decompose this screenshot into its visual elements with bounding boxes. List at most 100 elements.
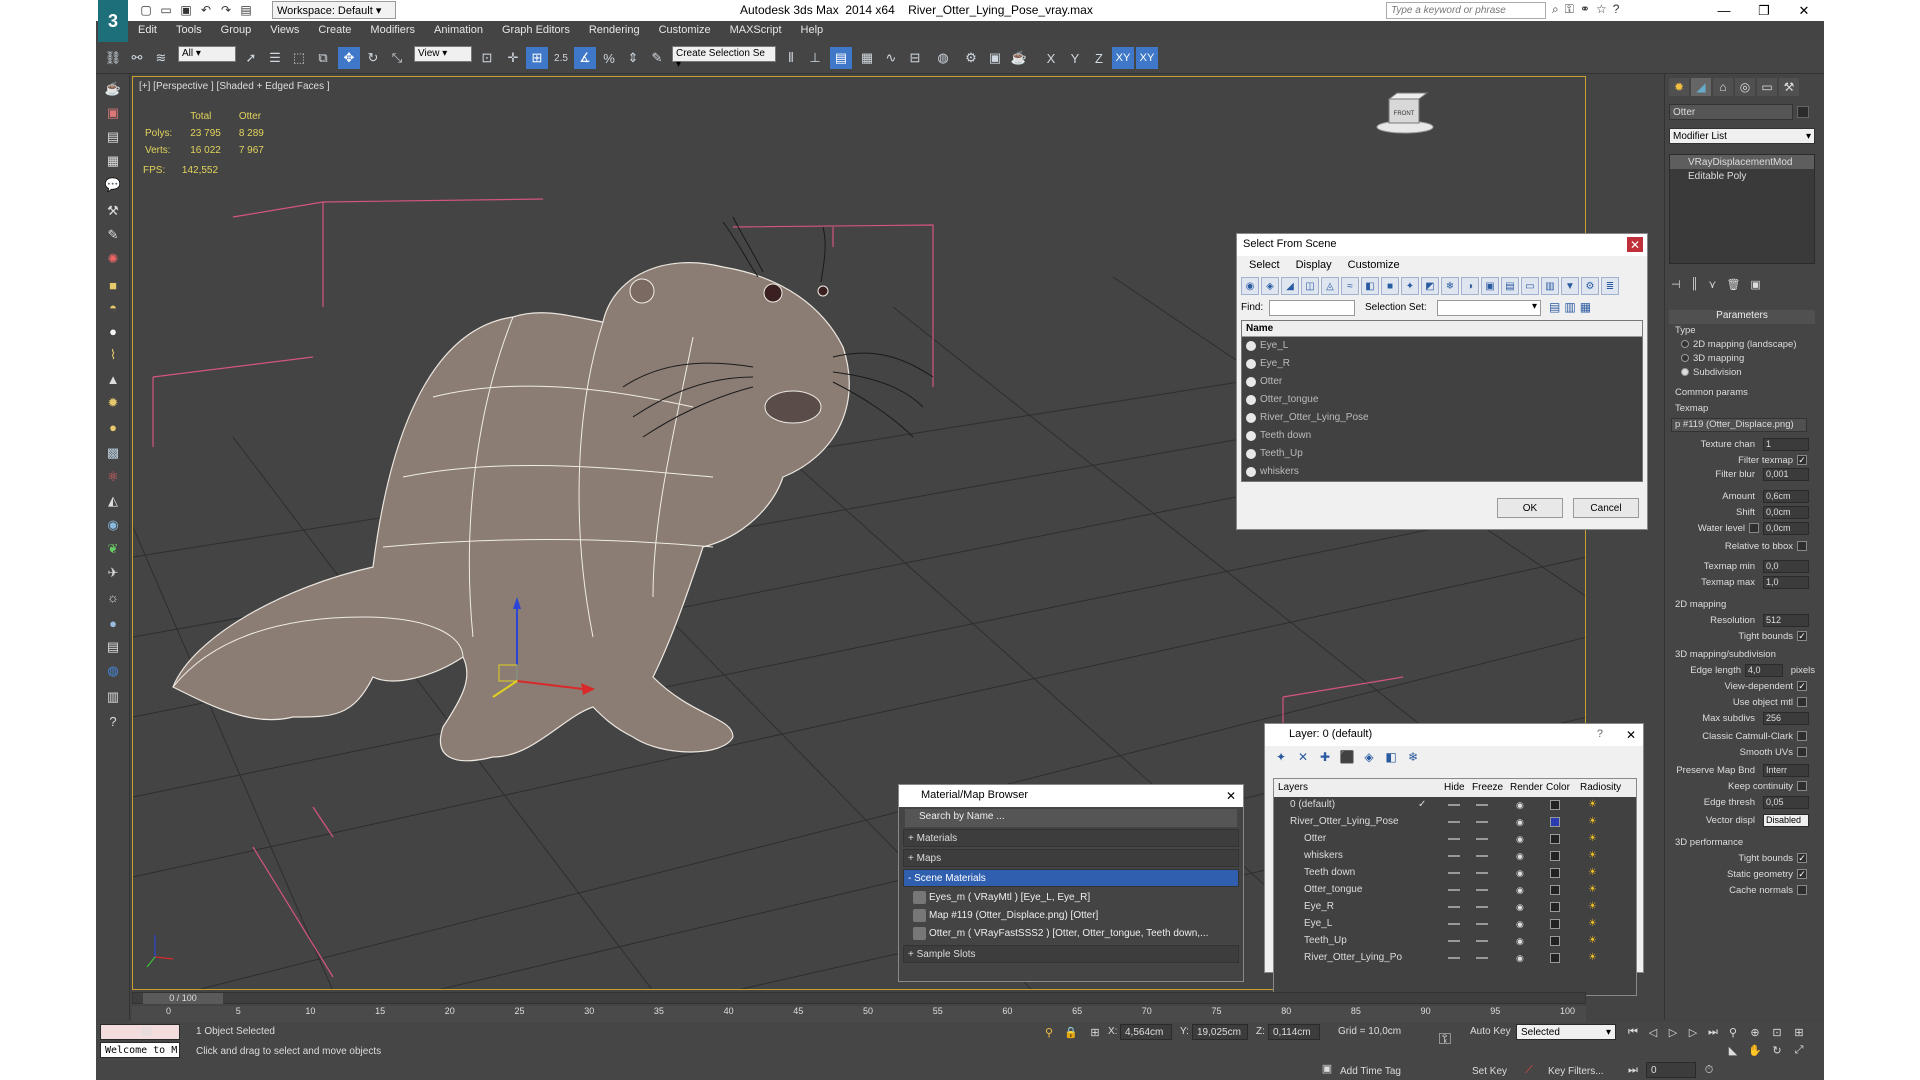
- track-bar[interactable]: 0 5 10 15 20 25 30 35 40 45 50 55 60 65 70 75 80 85 90 95 10…: [132, 1006, 1586, 1022]
- filter-helpers-icon[interactable]: ◬: [1321, 277, 1339, 295]
- grid-icon[interactable]: ▦: [102, 150, 124, 172]
- radiosity-icon[interactable]: ☀: [1588, 901, 1597, 912]
- filter-lights-icon[interactable]: ◢: [1281, 277, 1299, 295]
- redo-icon[interactable]: ↷: [218, 2, 234, 18]
- add-to-layer-icon[interactable]: ✚: [1317, 749, 1333, 765]
- menu-customize[interactable]: Customize: [649, 21, 720, 41]
- list-item[interactable]: Eyes_m ( VRayMtl ) [Eye_L, Eye_R]: [899, 889, 1243, 907]
- freeze-toggle[interactable]: [1476, 923, 1488, 925]
- list-item[interactable]: Eye_L: [1242, 337, 1642, 355]
- layer-name[interactable]: Eye_L: [1304, 918, 1332, 929]
- make-unique-icon[interactable]: ⋎: [1708, 278, 1716, 296]
- filter-shapes-icon[interactable]: ◈: [1261, 277, 1279, 295]
- type-2d-radio[interactable]: 2D mapping (landscape): [1671, 338, 1817, 353]
- object-props-icon[interactable]: ▤: [102, 636, 124, 658]
- list-header-name[interactable]: Name: [1242, 321, 1642, 337]
- paint-icon[interactable]: ✎: [102, 224, 124, 246]
- freeze-layers-icon[interactable]: ❄: [1405, 749, 1421, 765]
- render-production-icon[interactable]: ☕: [1008, 47, 1030, 69]
- object-color-swatch[interactable]: [1797, 106, 1809, 118]
- layer-row[interactable]: Teeth_Up ◉ ☀: [1274, 933, 1636, 950]
- dome-icon[interactable]: ◓: [102, 296, 124, 318]
- time-slider-thumb[interactable]: 0 / 100: [143, 993, 223, 1004]
- layer-color-swatch[interactable]: [1550, 902, 1560, 912]
- select-manipulate-icon[interactable]: ✛: [502, 47, 524, 69]
- select-rotate-icon[interactable]: ↻: [362, 47, 384, 69]
- field-of-view-icon[interactable]: ◣: [1724, 1042, 1742, 1058]
- blue-globe-icon[interactable]: ◍: [102, 660, 124, 682]
- hide-toggle[interactable]: [1448, 923, 1460, 925]
- layer-name[interactable]: whiskers: [1304, 850, 1343, 861]
- col-color[interactable]: Color: [1546, 782, 1570, 793]
- cone-icon[interactable]: ▲: [102, 368, 124, 390]
- layer-row[interactable]: whiskers ◉ ☀: [1274, 848, 1636, 865]
- resolution-input[interactable]: 512: [1763, 614, 1809, 627]
- edge-length-input[interactable]: 4,0: [1745, 664, 1783, 677]
- create-set-icon[interactable]: ▤: [1549, 300, 1560, 316]
- sfs-menu-display[interactable]: Display: [1296, 259, 1332, 271]
- chat-icon[interactable]: 💬: [102, 174, 124, 196]
- list-item[interactable]: whiskers: [1242, 463, 1642, 481]
- freeze-toggle[interactable]: [1476, 889, 1488, 891]
- highlight-layer-icon[interactable]: ◈: [1361, 749, 1377, 765]
- sfs-menu-select[interactable]: Select: [1249, 259, 1280, 271]
- menu-edit[interactable]: Edit: [128, 21, 166, 41]
- zoom-extents-icon[interactable]: ⊡: [1768, 1024, 1786, 1040]
- menu-help[interactable]: Help: [791, 21, 833, 41]
- texmap-min-input[interactable]: 0,0: [1763, 560, 1809, 573]
- star-icon[interactable]: ☆: [1596, 2, 1607, 17]
- notes-icon[interactable]: ▤: [102, 126, 124, 148]
- molecule-icon[interactable]: ⚛: [102, 466, 124, 488]
- utilities-tab-icon[interactable]: ⚒: [1779, 78, 1799, 96]
- radiosity-icon[interactable]: ☀: [1588, 935, 1597, 946]
- radiosity-icon[interactable]: ☀: [1588, 884, 1597, 895]
- go-to-start-icon[interactable]: ⏮: [1624, 1024, 1642, 1040]
- list-item[interactable]: Otter: [1242, 373, 1642, 391]
- layer-row[interactable]: River_Otter_Lying_Pose ◉ ☀: [1274, 814, 1636, 831]
- add-time-tag[interactable]: Add Time Tag: [1340, 1066, 1401, 1077]
- radio-2d[interactable]: [1681, 340, 1689, 348]
- freeze-toggle[interactable]: [1476, 872, 1488, 874]
- freeze-toggle[interactable]: [1476, 838, 1488, 840]
- time-config-icon[interactable]: ⏱: [1700, 1062, 1718, 1078]
- graphite-ribbon-icon[interactable]: ▦: [856, 47, 878, 69]
- link-icon[interactable]: ⛓: [102, 47, 124, 69]
- key-filters-button[interactable]: Key Filters...: [1548, 1066, 1604, 1077]
- hide-unhide-layers-icon[interactable]: ◧: [1383, 749, 1399, 765]
- freeze-toggle[interactable]: [1476, 957, 1488, 959]
- axis-y-button[interactable]: Y: [1064, 47, 1086, 69]
- project-folder-icon[interactable]: ▤: [238, 2, 254, 18]
- delete-set-icon[interactable]: ▦: [1580, 300, 1591, 316]
- close-icon[interactable]: ✕: [1627, 237, 1643, 252]
- schematic-view-icon[interactable]: ⊟: [904, 47, 926, 69]
- hide-toggle[interactable]: [1448, 855, 1460, 857]
- delete-layer-icon[interactable]: ✕: [1295, 749, 1311, 765]
- percent-snap-icon[interactable]: %: [598, 47, 620, 69]
- teapot-icon[interactable]: ☕: [102, 78, 124, 100]
- particle-icon[interactable]: ✺: [102, 248, 124, 270]
- remove-modifier-icon[interactable]: 🗑: [1726, 278, 1740, 296]
- previous-frame-icon[interactable]: ◁: [1644, 1024, 1662, 1040]
- unlink-icon[interactable]: ⚯: [126, 47, 148, 69]
- set-key-mode-icon[interactable]: ⚿: [1436, 1031, 1454, 1048]
- col-freeze[interactable]: Freeze: [1472, 782, 1503, 793]
- help-icon[interactable]: ?: [1613, 2, 1620, 17]
- motion-tab-icon[interactable]: ◎: [1735, 78, 1755, 96]
- next-frame-icon[interactable]: ▷: [1684, 1024, 1702, 1040]
- list-item[interactable]: Otter_tongue: [1242, 391, 1642, 409]
- filter-frozen-icon[interactable]: ❄: [1441, 277, 1459, 295]
- close-icon[interactable]: ✕: [1623, 727, 1639, 742]
- hide-toggle[interactable]: [1448, 906, 1460, 908]
- keep-continuity-checkbox[interactable]: [1797, 781, 1807, 791]
- blue-sphere-icon[interactable]: ●: [102, 612, 124, 634]
- layer-row[interactable]: 0 (default) ✓ ◉ ☀: [1274, 797, 1636, 814]
- select-by-name-icon[interactable]: ☰: [264, 47, 286, 69]
- list-item[interactable]: Otter_m ( VRayFastSSS2 ) [Otter, Otter_t…: [899, 925, 1243, 943]
- texmap-max-input[interactable]: 1,0: [1763, 576, 1809, 589]
- type-3d-radio[interactable]: 3D mapping: [1671, 352, 1817, 367]
- viewport-label[interactable]: [+] [Perspective ] [Shaded + Edged Faces…: [139, 81, 330, 92]
- tight-bounds-perf-checkbox[interactable]: ✓: [1797, 853, 1807, 863]
- show-end-result-icon[interactable]: ║: [1691, 278, 1699, 296]
- minimize-icon[interactable]: —: [1704, 0, 1744, 21]
- time-tag-icon[interactable]: ▣: [1318, 1060, 1336, 1076]
